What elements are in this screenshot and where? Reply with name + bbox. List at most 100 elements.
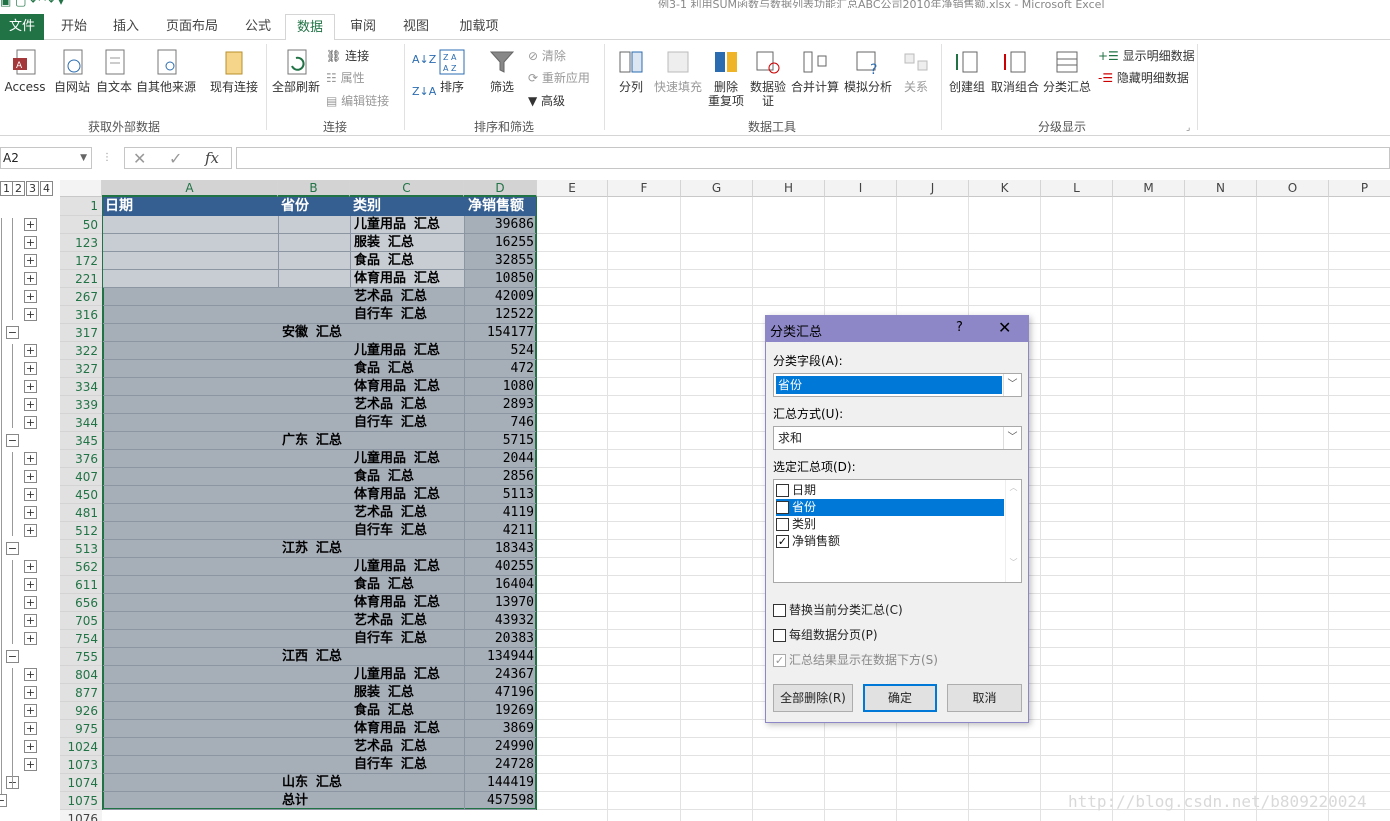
category-cell[interactable]: 自行车 汇总 bbox=[354, 522, 427, 540]
checkbox[interactable] bbox=[776, 501, 789, 514]
net-sales-cell[interactable]: 39686 bbox=[466, 216, 534, 234]
net-sales-cell[interactable]: 42009 bbox=[466, 288, 534, 306]
row-header-1[interactable]: 1 bbox=[60, 197, 102, 216]
sort-descending-icon[interactable]: Z↓A bbox=[412, 84, 436, 100]
row-header[interactable]: 327 bbox=[60, 360, 102, 378]
province-cell[interactable]: 总计 bbox=[282, 792, 308, 810]
column-header-f[interactable]: F bbox=[608, 180, 681, 197]
net-sales-cell[interactable]: 5715 bbox=[466, 432, 534, 450]
expand-icon[interactable]: + bbox=[24, 506, 37, 519]
ungroup-button[interactable]: 取消组合 bbox=[988, 48, 1042, 94]
connections-button[interactable]: ⛓ 连接 bbox=[326, 48, 369, 64]
province-cell[interactable]: 山东 汇总 bbox=[282, 774, 342, 792]
row-header[interactable]: 705 bbox=[60, 612, 102, 630]
expand-icon[interactable]: + bbox=[24, 290, 37, 303]
remove-duplicates-button[interactable]: 删除 重复项 bbox=[706, 48, 746, 108]
select-all-corner[interactable] bbox=[60, 180, 102, 197]
row-header[interactable]: 975 bbox=[60, 720, 102, 738]
row-header[interactable]: 221 bbox=[60, 270, 102, 288]
net-sales-cell[interactable]: 24728 bbox=[466, 756, 534, 774]
net-sales-cell[interactable]: 20383 bbox=[466, 630, 534, 648]
province-cell[interactable]: 江西 汇总 bbox=[282, 648, 342, 666]
row-header[interactable]: 755 bbox=[60, 648, 102, 666]
net-sales-cell[interactable]: 3869 bbox=[466, 720, 534, 738]
expand-icon[interactable]: + bbox=[24, 632, 37, 645]
net-sales-cell[interactable]: 43932 bbox=[466, 612, 534, 630]
subtotal-item-0[interactable]: 日期 bbox=[776, 482, 816, 499]
cancel-icon[interactable]: ✕ bbox=[133, 149, 146, 168]
row-header[interactable]: 322 bbox=[60, 342, 102, 360]
net-sales-cell[interactable]: 746 bbox=[466, 414, 534, 432]
row-header[interactable]: 344 bbox=[60, 414, 102, 432]
collapse-icon[interactable]: − bbox=[6, 542, 19, 555]
net-sales-cell[interactable]: 19269 bbox=[466, 702, 534, 720]
tab-home[interactable]: 开始 bbox=[52, 14, 96, 40]
expand-icon[interactable]: + bbox=[24, 668, 37, 681]
category-cell[interactable]: 儿童用品 汇总 bbox=[354, 558, 440, 576]
collapse-icon[interactable]: − bbox=[6, 650, 19, 663]
subtotal-item-2[interactable]: 类别 bbox=[776, 516, 816, 533]
column-header-c[interactable]: C bbox=[350, 180, 464, 197]
expand-icon[interactable]: + bbox=[24, 740, 37, 753]
category-cell[interactable]: 儿童用品 汇总 bbox=[354, 342, 440, 360]
column-header-k[interactable]: K bbox=[969, 180, 1041, 197]
row-header[interactable]: 754 bbox=[60, 630, 102, 648]
row-header[interactable]: 877 bbox=[60, 684, 102, 702]
expand-icon[interactable]: + bbox=[24, 722, 37, 735]
function-select[interactable]: 求和 ﹀ bbox=[773, 426, 1022, 450]
text-to-columns-button[interactable]: 分列 bbox=[612, 48, 650, 94]
expand-icon[interactable]: + bbox=[24, 344, 37, 357]
row-header[interactable]: 1024 bbox=[60, 738, 102, 756]
net-sales-cell[interactable]: 10850 bbox=[466, 270, 534, 288]
collapse-icon[interactable]: − bbox=[6, 434, 19, 447]
column-header-n[interactable]: N bbox=[1185, 180, 1257, 197]
net-sales-cell[interactable]: 32855 bbox=[466, 252, 534, 270]
check-icon[interactable]: ✓ bbox=[169, 149, 182, 168]
chevron-down-icon[interactable]: ▼ bbox=[80, 148, 87, 168]
hide-detail-button[interactable]: -☰ 隐藏明细数据 bbox=[1098, 70, 1189, 86]
existing-connections-button[interactable]: 现有连接 bbox=[206, 48, 262, 94]
category-cell[interactable]: 艺术品 汇总 bbox=[354, 738, 427, 756]
tab-insert[interactable]: 插入 bbox=[104, 14, 148, 40]
tab-review[interactable]: 审阅 bbox=[341, 14, 385, 40]
tab-page-layout[interactable]: 页面布局 bbox=[160, 14, 224, 40]
category-cell[interactable]: 服装 汇总 bbox=[354, 234, 414, 252]
collapse-icon[interactable]: − bbox=[6, 326, 19, 339]
expand-icon[interactable]: + bbox=[24, 578, 37, 591]
subtotal-button[interactable]: 分类汇总 bbox=[1042, 48, 1092, 94]
net-sales-cell[interactable]: 18343 bbox=[466, 540, 534, 558]
chevron-up-icon[interactable]: ︿ bbox=[1006, 482, 1021, 493]
chevron-down-icon[interactable]: ﹀ bbox=[1006, 557, 1021, 568]
show-detail-button[interactable]: +☰ 显示明细数据 bbox=[1098, 48, 1195, 64]
row-header[interactable]: 1074 bbox=[60, 774, 102, 792]
relationships-button[interactable]: 关系 bbox=[896, 48, 936, 94]
sort-button[interactable]: Z AA Z 排序 bbox=[434, 48, 470, 94]
expand-icon[interactable]: + bbox=[24, 758, 37, 771]
net-sales-cell[interactable]: 16255 bbox=[466, 234, 534, 252]
group-by-select[interactable]: 省份 ﹀ bbox=[773, 373, 1022, 397]
expand-icon[interactable]: + bbox=[24, 614, 37, 627]
column-header-e[interactable]: E bbox=[537, 180, 608, 197]
list-scrollbar[interactable]: ︿ ﹀ bbox=[1005, 480, 1021, 582]
category-cell[interactable]: 体育用品 汇总 bbox=[354, 720, 440, 738]
subtotal-item-1[interactable]: 省份 bbox=[776, 499, 1004, 516]
tab-view[interactable]: 视图 bbox=[394, 14, 438, 40]
net-sales-cell[interactable]: 4211 bbox=[466, 522, 534, 540]
tab-addins[interactable]: 加载项 bbox=[450, 14, 508, 40]
column-header-o[interactable]: O bbox=[1257, 180, 1329, 197]
row-header[interactable]: 450 bbox=[60, 486, 102, 504]
from-web-button[interactable]: 自网站 bbox=[52, 48, 92, 94]
category-cell[interactable]: 食品 汇总 bbox=[354, 252, 414, 270]
checkbox[interactable] bbox=[776, 518, 789, 531]
row-header[interactable]: 611 bbox=[60, 576, 102, 594]
row-header[interactable]: 345 bbox=[60, 432, 102, 450]
province-cell[interactable]: 广东 汇总 bbox=[282, 432, 342, 450]
net-sales-cell[interactable]: 524 bbox=[466, 342, 534, 360]
category-cell[interactable]: 儿童用品 汇总 bbox=[354, 666, 440, 684]
row-header[interactable]: 481 bbox=[60, 504, 102, 522]
expand-icon[interactable]: + bbox=[24, 470, 37, 483]
ok-button[interactable]: 确定 bbox=[863, 684, 937, 712]
net-sales-cell[interactable]: 2893 bbox=[466, 396, 534, 414]
column-header-i[interactable]: I bbox=[825, 180, 897, 197]
outline-level-2[interactable]: 2 bbox=[12, 181, 25, 196]
